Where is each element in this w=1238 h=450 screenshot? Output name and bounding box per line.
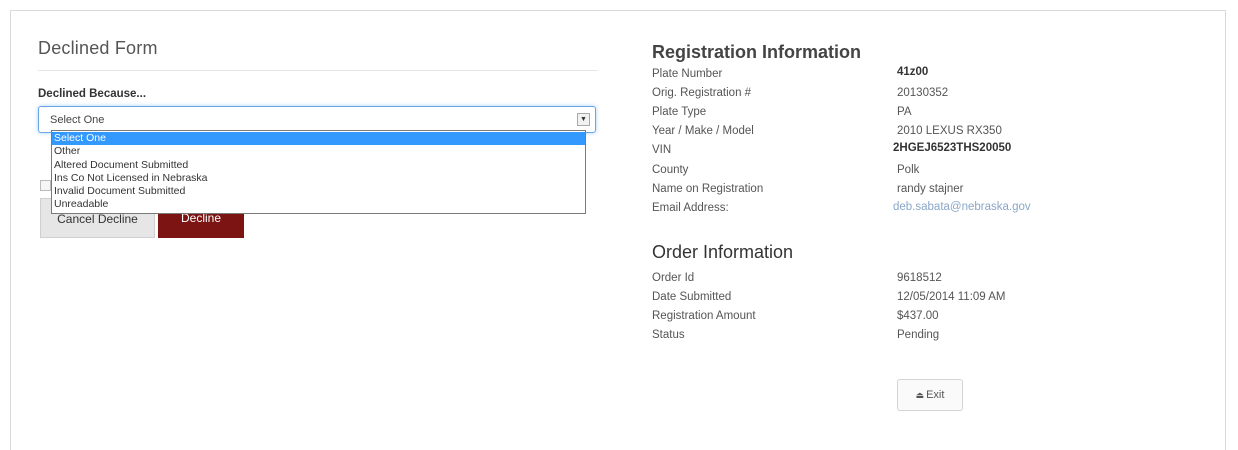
county-value: Polk <box>897 164 920 176</box>
email-address-link[interactable]: deb.sabata@nebraska.gov <box>893 201 1031 213</box>
option-other[interactable]: Other <box>52 145 585 158</box>
option-unreadable[interactable]: Unreadable <box>52 198 585 211</box>
option-ins-co-not-licensed[interactable]: Ins Co Not Licensed in Nebraska <box>52 172 585 185</box>
select-current-value: Select One <box>50 114 105 126</box>
plate-number-label: Plate Number <box>652 68 723 80</box>
form-title: Declined Form <box>38 38 158 58</box>
name-on-registration-label: Name on Registration <box>652 183 764 195</box>
order-id-value: 9618512 <box>897 272 942 284</box>
exit-label: Exit <box>926 389 945 401</box>
year-make-model-label: Year / Make / Model <box>652 125 754 137</box>
exit-button[interactable]: ⏏ Exit <box>897 379 963 411</box>
registration-title: Registration Information <box>652 42 862 62</box>
plate-type-value: PA <box>897 106 912 118</box>
eject-icon: ⏏ <box>915 390 925 400</box>
name-on-registration-value: randy stajner <box>897 183 964 195</box>
vin-label: VIN <box>652 144 672 156</box>
county-label: County <box>652 164 689 176</box>
registration-amount-value: $437.00 <box>897 310 939 322</box>
plate-type-label: Plate Type <box>652 106 707 118</box>
orig-registration-label: Orig. Registration # <box>652 87 752 99</box>
status-value: Pending <box>897 329 940 341</box>
email-address-label: Email Address: <box>652 202 729 214</box>
orig-registration-value: 20130352 <box>897 87 949 99</box>
declined-reason-dropdown[interactable]: Select One Other Altered Document Submit… <box>51 130 586 214</box>
option-altered-document[interactable]: Altered Document Submitted <box>52 159 585 172</box>
checkbox[interactable] <box>40 180 51 191</box>
order-title: Order Information <box>652 242 794 262</box>
divider <box>38 70 598 71</box>
declined-form: Declined Form Declined Because... Select… <box>38 38 600 238</box>
date-submitted-value: 12/05/2014 11:09 AM <box>897 291 1006 303</box>
date-submitted-label: Date Submitted <box>652 291 732 303</box>
declined-because-label: Declined Because... <box>38 88 147 100</box>
year-make-model-value: 2010 LEXUS RX350 <box>897 125 1002 137</box>
plate-number-value: 41z00 <box>897 66 929 78</box>
vin-value: 2HGEJ6523THS20050 <box>893 142 1012 154</box>
status-label: Status <box>652 329 685 341</box>
option-invalid-document[interactable]: Invalid Document Submitted <box>52 185 585 198</box>
chevron-down-icon[interactable]: ▼ <box>577 113 590 126</box>
order-id-label: Order Id <box>652 272 695 284</box>
option-select-one[interactable]: Select One <box>52 132 585 146</box>
registration-amount-label: Registration Amount <box>652 310 756 322</box>
declined-reason-select[interactable]: Select One ▼ <box>38 106 596 133</box>
